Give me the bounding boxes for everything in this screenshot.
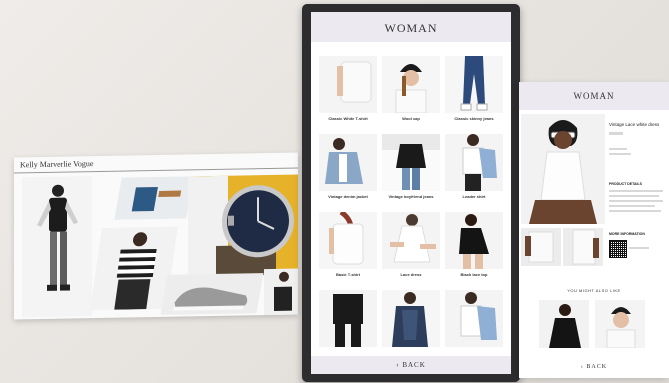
thumbnail-1[interactable]: [521, 228, 561, 266]
details-text: [609, 195, 659, 197]
related-product-1[interactable]: [539, 300, 589, 348]
chevron-left-icon: ‹: [580, 364, 584, 370]
product-image: [445, 56, 503, 113]
product-image: [319, 212, 377, 269]
product-name: Classic White T-shirt: [328, 116, 368, 121]
accessory-photo[interactable]: [114, 176, 194, 220]
thumbnail-2[interactable]: [563, 228, 603, 266]
product-card[interactable]: Classic skinny jeans: [445, 56, 503, 121]
product-name: Black lace top: [460, 272, 488, 277]
landscape-display: Kelly Marverlie Vogue: [14, 152, 298, 320]
product-detail-display: WOMAN Vintage Lace white dress PRODUCT D…: [519, 82, 669, 378]
product-card[interactable]: [382, 290, 440, 350]
back-label: BACK: [586, 364, 608, 370]
product-name: Lace dress: [400, 272, 422, 277]
product-image: [382, 212, 440, 269]
product-image: [445, 212, 503, 269]
related-heading: YOU MIGHT ALSO LIKE: [567, 288, 621, 293]
product-image: [382, 134, 440, 191]
details-text: [609, 200, 663, 202]
size-line: [609, 153, 631, 155]
product-image: [382, 290, 440, 347]
product-image: [319, 290, 377, 347]
related-product-2[interactable]: [595, 300, 645, 348]
product-card[interactable]: [445, 290, 503, 350]
product-name: Vintage boyfriend jeans: [388, 194, 434, 199]
qr-code-icon[interactable]: [609, 240, 627, 258]
details-text: [609, 210, 661, 212]
bag-photo[interactable]: [264, 268, 298, 316]
product-name: Leader shirt: [462, 194, 486, 199]
man-photo[interactable]: [22, 176, 92, 318]
product-image: [319, 56, 377, 113]
back-button[interactable]: ‹ BACK: [519, 364, 669, 370]
watch-photo[interactable]: [188, 174, 298, 277]
sneaker-photo[interactable]: [160, 273, 264, 315]
page-title: WOMAN: [519, 82, 669, 110]
product-image: [382, 56, 440, 113]
product-name: Vintage Lace white dress: [609, 122, 660, 127]
product-name: Classic skinny jeans: [454, 116, 494, 121]
product-card[interactable]: Wool cap: [382, 56, 440, 121]
brand-title: Kelly Marverlie Vogue: [20, 159, 94, 170]
more-information-heading: MORE INFORMATION: [609, 232, 645, 236]
product-card[interactable]: Leader shirt: [445, 134, 503, 199]
page-title: WOMAN: [311, 12, 511, 42]
product-main-image[interactable]: [521, 114, 605, 224]
product-card[interactable]: Basic T-shirt: [319, 212, 377, 277]
product-card[interactable]: Lace dress: [382, 212, 440, 277]
product-card[interactable]: Black lace top: [445, 212, 503, 277]
back-button[interactable]: ‹ BACK: [311, 356, 511, 374]
product-card[interactable]: Classic White T-shirt: [319, 56, 377, 121]
product-image: [319, 134, 377, 191]
product-card[interactable]: Vintage boyfriend jeans: [382, 134, 440, 199]
product-card[interactable]: Vintage denim jacket: [319, 134, 377, 199]
portrait-display: WOMAN Classic White T-shirt Wool cap Cla…: [311, 12, 511, 374]
product-card[interactable]: [319, 290, 377, 350]
chevron-left-icon: ‹: [396, 361, 400, 369]
price-line: [609, 132, 623, 135]
product-details-heading: PRODUCT DETAILS: [609, 182, 642, 186]
website-text: [629, 247, 649, 249]
product-name: Vintage denim jacket: [328, 194, 368, 199]
product-name: Wool cap: [402, 116, 420, 121]
product-name: Basic T-shirt: [335, 272, 360, 277]
details-text: [609, 205, 655, 207]
details-text: [609, 190, 663, 192]
product-image: [445, 134, 503, 191]
product-image: [445, 290, 503, 347]
back-label: BACK: [402, 361, 426, 369]
color-line: [609, 148, 627, 150]
